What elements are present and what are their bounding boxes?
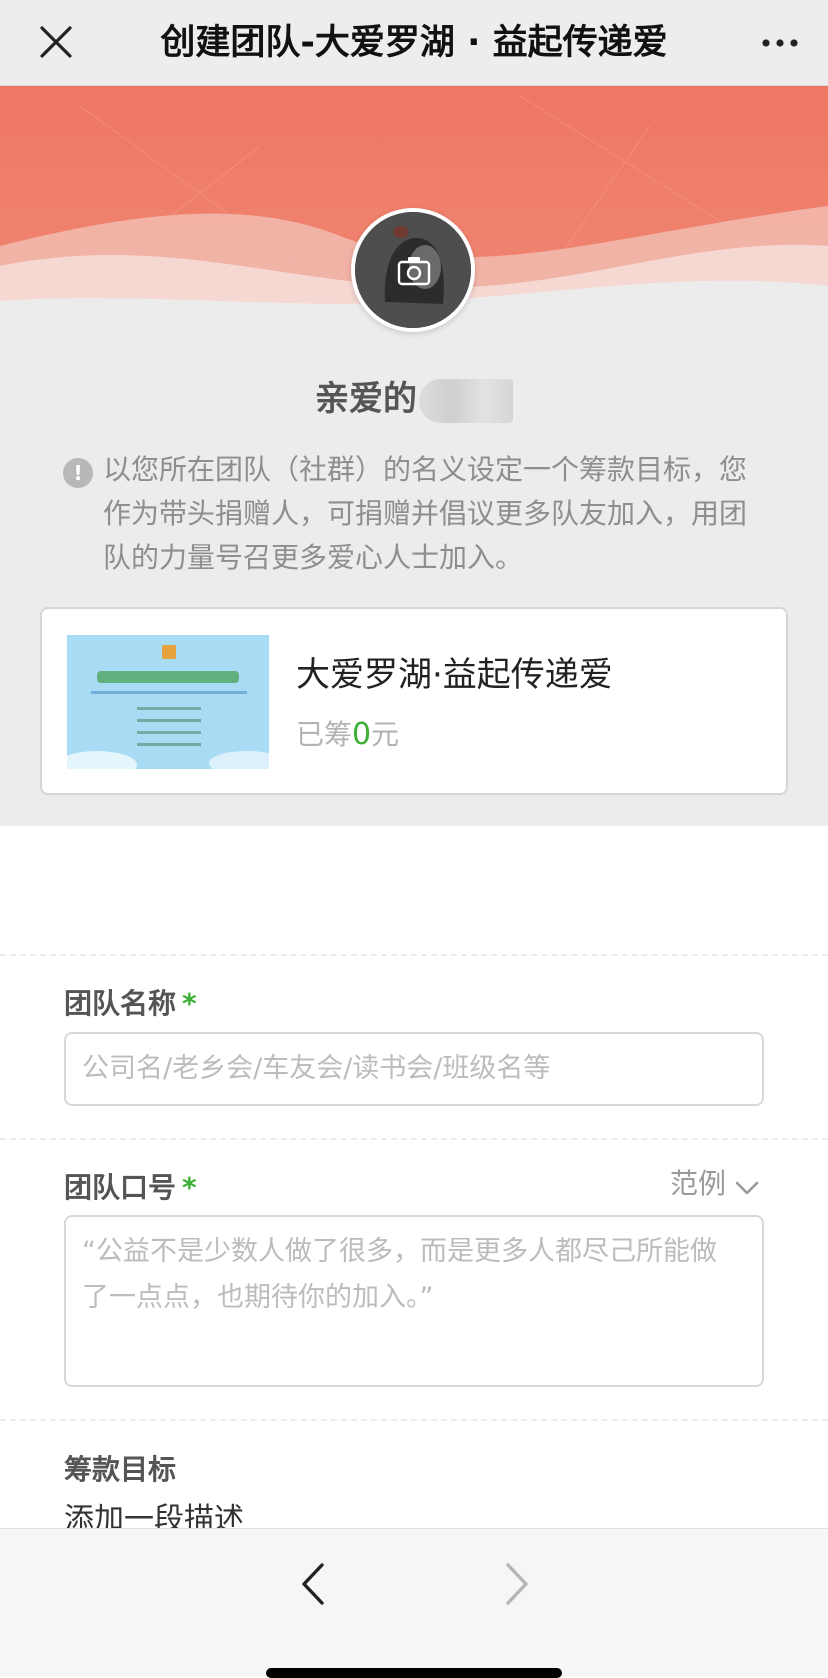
- goal-description[interactable]: 添加一段描述: [64, 1500, 244, 1528]
- notice-text: 以您所在团队（社群）的名义设定一个筹款目标，您作为带头捐赠人，可捐赠并倡议更多队…: [103, 453, 748, 574]
- raised-unit: 元: [371, 718, 400, 751]
- example-label: 范例: [669, 1167, 726, 1200]
- page-title: 创建团队-大爱罗湖 · 益起传递爱: [160, 23, 668, 63]
- section-divider: [0, 954, 828, 956]
- project-thumbnail: [67, 635, 269, 769]
- project-raised: 已筹0元: [296, 713, 399, 753]
- team-slogan-label: 团队口号 *: [64, 1166, 197, 1206]
- info-icon: !: [63, 458, 93, 488]
- top-navbar: 创建团队-大爱罗湖 · 益起传递爱: [0, 0, 828, 86]
- required-mark: *: [182, 1171, 197, 1204]
- forward-arrow-icon[interactable]: [494, 1559, 538, 1609]
- header-banner: 亲爱的 ! 以您所在团队（社群）的名义设定一个筹款目标，您作为带头捐赠人，可捐赠…: [0, 86, 828, 826]
- back-arrow-icon[interactable]: [292, 1559, 336, 1609]
- more-icon[interactable]: [758, 22, 802, 62]
- section-divider: [0, 1419, 828, 1421]
- raised-prefix: 已筹: [296, 718, 353, 751]
- team-name-placeholder: 公司名/老乡会/车友会/读书会/班级名等: [82, 1053, 551, 1084]
- goal-label: 筹款目标: [64, 1453, 177, 1486]
- project-card[interactable]: 大爱罗湖·益起传递爱 已筹0元: [40, 607, 788, 795]
- greeting: 亲爱的: [0, 374, 828, 424]
- blurred-username: [419, 378, 513, 423]
- project-title: 大爱罗湖·益起传递爱: [296, 655, 613, 695]
- team-name-input[interactable]: 公司名/老乡会/车友会/读书会/班级名等: [64, 1032, 764, 1106]
- chevron-down-icon: [734, 1172, 760, 1198]
- avatar: [355, 212, 471, 328]
- bottom-toolbar: [0, 1528, 828, 1678]
- greeting-text: 亲爱的: [315, 379, 417, 419]
- team-slogan-label-text: 团队口号: [64, 1171, 177, 1204]
- team-slogan-placeholder: “公益不是少数人做了很多，而是更多人都尽己所能做了一点点，也期待你的加入。”: [82, 1236, 717, 1313]
- avatar-upload-button[interactable]: [351, 208, 475, 332]
- team-name-label-text: 团队名称: [64, 987, 177, 1020]
- team-slogan-textarea[interactable]: “公益不是少数人做了很多，而是更多人都尽己所能做了一点点，也期待你的加入。”: [64, 1215, 764, 1387]
- example-dropdown[interactable]: 范例: [670, 1164, 760, 1204]
- raised-amount: 0: [352, 717, 372, 752]
- close-icon[interactable]: [36, 22, 76, 62]
- team-name-label: 团队名称 *: [64, 982, 197, 1022]
- required-mark: *: [182, 987, 197, 1020]
- home-indicator: [266, 1668, 562, 1678]
- section-divider: [0, 1138, 828, 1140]
